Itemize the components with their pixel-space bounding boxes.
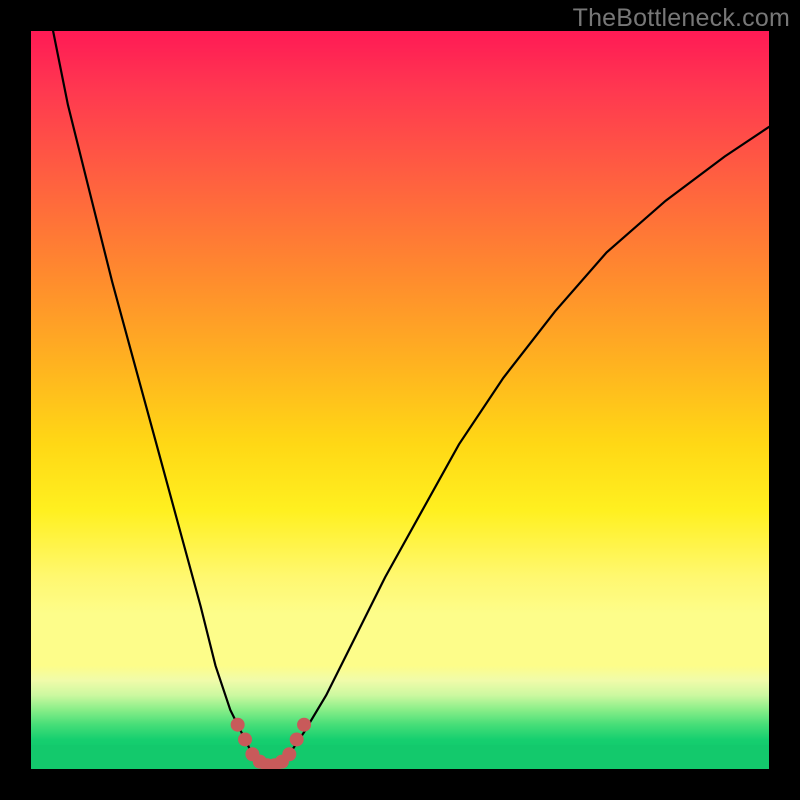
optimal-region-markers [238, 725, 304, 766]
bottleneck-chart [31, 31, 769, 769]
bottleneck-curve-path [53, 31, 769, 765]
plot-area [31, 31, 769, 769]
watermark-text: TheBottleneck.com [573, 4, 790, 33]
outer-frame: TheBottleneck.com [0, 0, 800, 800]
